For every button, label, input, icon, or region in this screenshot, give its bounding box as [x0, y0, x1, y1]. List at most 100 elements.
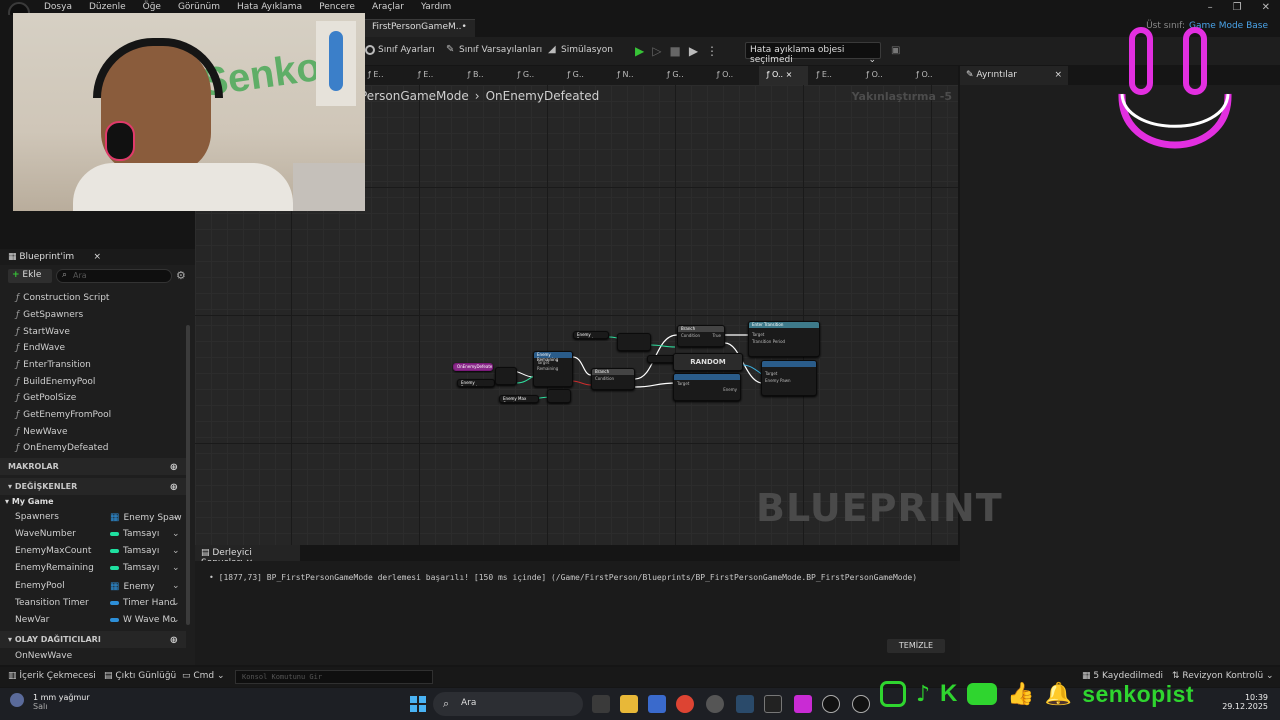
- chrome-icon[interactable]: [676, 695, 694, 713]
- graph-tab[interactable]: ƒ E..: [410, 66, 460, 85]
- system-clock[interactable]: 10:39 29.12.2025: [1222, 693, 1268, 711]
- enter-transition-node[interactable]: Enter Transition Target Transition Perio…: [748, 321, 820, 357]
- menu-window[interactable]: Pencere: [319, 2, 355, 12]
- function-item[interactable]: ƒ StartWave: [16, 327, 70, 343]
- close-icon[interactable]: ×: [93, 252, 101, 262]
- my-blueprint-tab[interactable]: ▦ Blueprint'im ×: [0, 249, 195, 265]
- branch-node-2[interactable]: Branch Condition True: [677, 325, 725, 347]
- compiler-results-tab[interactable]: ▤ Derleyici Sonuçları ×: [195, 545, 300, 568]
- variable-type[interactable]: Tamsayı: [110, 546, 159, 556]
- variable-type[interactable]: Timer Hand: [110, 598, 175, 608]
- menu-tools[interactable]: Araçlar: [372, 2, 404, 12]
- add-variable-icon[interactable]: ⊕: [170, 482, 178, 493]
- enemy-remaining-getter[interactable]: Enemy Remaining: [457, 379, 495, 387]
- enemy-remaining-getter-2[interactable]: Enemy Remaining: [573, 331, 609, 339]
- variable-type[interactable]: ▦ Enemy Spaw: [110, 512, 182, 523]
- graph-tab[interactable]: ƒ O..: [709, 66, 759, 85]
- steam-icon[interactable]: [736, 695, 754, 713]
- minimize-icon[interactable]: –: [1208, 2, 1213, 13]
- menu-debug[interactable]: Hata Ayıklama: [237, 2, 302, 12]
- class-defaults-button[interactable]: ✎ Sınıf Varsayılanları: [446, 45, 542, 56]
- debug-object-select[interactable]: Hata ayıklama objesi seçilmedi ⌄: [745, 42, 881, 65]
- decrement-node[interactable]: [495, 367, 517, 385]
- variable-type[interactable]: ▦ Enemy: [110, 581, 154, 592]
- unreal-engine-icon-2[interactable]: [852, 695, 870, 713]
- variable-name[interactable]: EnemyRemaining: [15, 563, 94, 573]
- step-icon[interactable]: ▷: [652, 44, 661, 58]
- function-item[interactable]: ƒ NewWave: [16, 427, 68, 443]
- settings-gear-icon[interactable]: ⚙: [176, 269, 186, 282]
- graph-tab[interactable]: ƒ G..: [659, 66, 709, 85]
- file-explorer-icon[interactable]: [620, 695, 638, 713]
- graph-tab[interactable]: ƒ O.. ×: [758, 66, 809, 85]
- variable-category[interactable]: ▾ My Game: [5, 497, 54, 506]
- function-item[interactable]: ƒ EndWave: [16, 343, 65, 359]
- dispatchers-section[interactable]: ▾ OLAY DAĞITICILARI ⊕: [0, 631, 186, 648]
- add-macro-icon[interactable]: ⊕: [170, 462, 178, 473]
- more-options-icon[interactable]: ⋮: [706, 44, 718, 58]
- clear-button[interactable]: TEMİZLE: [887, 639, 945, 653]
- breadcrumb-parent[interactable]: PersonGameMode: [360, 89, 469, 103]
- menu-help[interactable]: Yardım: [421, 2, 451, 12]
- variable-name[interactable]: WaveNumber: [15, 529, 76, 539]
- taskbar-search[interactable]: Ara: [433, 692, 583, 716]
- close-icon[interactable]: ×: [783, 70, 793, 79]
- function-item[interactable]: ƒ EnterTransition: [16, 360, 91, 376]
- cmd-select[interactable]: ▭ Cmd ⌄: [182, 671, 225, 681]
- variable-type[interactable]: W Wave Mo: [110, 615, 176, 625]
- menu-asset[interactable]: Öğe: [143, 2, 161, 12]
- left-panel-scrollbar[interactable]: [186, 325, 190, 625]
- chevron-down-icon[interactable]: ⌄: [172, 598, 180, 608]
- weather-widget[interactable]: 1 mm yağmur Salı: [33, 693, 90, 711]
- breadcrumb-current[interactable]: OnEnemyDefeated: [486, 89, 600, 103]
- enemy-max-count-getter[interactable]: Enemy Max Count: [499, 395, 539, 403]
- graph-tab[interactable]: ƒ G..: [559, 66, 609, 85]
- chevron-down-icon[interactable]: ⌄: [172, 563, 180, 573]
- graph-tab[interactable]: ƒ O..: [858, 66, 908, 85]
- dispatcher-item[interactable]: OnNewWave: [15, 651, 72, 661]
- stop-icon[interactable]: ■: [669, 44, 680, 58]
- content-drawer-button[interactable]: ▥ İçerik Çekmecesi: [8, 671, 96, 681]
- set-enemy-pawn-node[interactable]: Target Enemy Pawn: [761, 360, 817, 396]
- maximize-icon[interactable]: ❐: [1233, 2, 1242, 13]
- variable-type[interactable]: Tamsayı: [110, 563, 159, 573]
- branch-node[interactable]: Branch Condition: [591, 368, 635, 390]
- function-item[interactable]: ƒ OnEnemyDefeated: [16, 443, 108, 459]
- equals-node[interactable]: [617, 333, 651, 351]
- variable-name[interactable]: EnemyMaxCount: [15, 546, 91, 556]
- function-item[interactable]: ƒ GetEnemyFromPool: [16, 410, 111, 426]
- task-view-icon[interactable]: [592, 695, 610, 713]
- menu-view[interactable]: Görünüm: [178, 2, 220, 12]
- store-icon[interactable]: [648, 695, 666, 713]
- simulation-button[interactable]: ◢ Simülasyon: [548, 45, 613, 56]
- variable-type[interactable]: Tamsayı: [110, 529, 159, 539]
- compare-node[interactable]: [547, 389, 571, 403]
- close-icon[interactable]: ✕: [1262, 2, 1270, 13]
- event-node[interactable]: OnEnemyDefeated: [453, 363, 493, 371]
- unreal-engine-icon[interactable]: [822, 695, 840, 713]
- blueprint-search-input[interactable]: Ara: [56, 269, 172, 283]
- console-command-input[interactable]: Konsol Komutunu Gir: [235, 670, 433, 684]
- set-enemy-remaining-node[interactable]: Enemy Remaining Target Remaining: [533, 351, 573, 387]
- variable-name[interactable]: Teansition Timer: [15, 598, 89, 608]
- menu-edit[interactable]: Düzenle: [89, 2, 126, 12]
- play-icon[interactable]: ▶: [635, 44, 644, 58]
- windows-start-icon[interactable]: [410, 696, 426, 712]
- graph-tab[interactable]: ƒ E..: [360, 66, 410, 85]
- graph-tab[interactable]: ƒ G..: [509, 66, 559, 85]
- variable-name[interactable]: EnemyPool: [15, 581, 65, 591]
- chevron-down-icon[interactable]: ⌄: [172, 581, 180, 591]
- chevron-down-icon[interactable]: ⌄: [172, 615, 180, 625]
- add-dispatcher-icon[interactable]: ⊕: [170, 635, 178, 646]
- chevron-down-icon[interactable]: ⌄: [172, 546, 180, 556]
- eject-icon[interactable]: ▶: [689, 44, 698, 58]
- app-icon[interactable]: [794, 695, 812, 713]
- add-button[interactable]: + Ekle: [8, 269, 52, 283]
- find-in-blueprint-icon[interactable]: ▣: [891, 45, 900, 56]
- graph-tab[interactable]: ƒ O..: [908, 66, 958, 85]
- details-tab[interactable]: ✎ Ayrıntılar ×: [960, 66, 1068, 85]
- variable-name[interactable]: Spawners: [15, 512, 59, 522]
- graph-tab[interactable]: ƒ N..: [609, 66, 659, 85]
- chevron-down-icon[interactable]: ⌄: [172, 512, 180, 522]
- variable-name[interactable]: NewVar: [15, 615, 49, 625]
